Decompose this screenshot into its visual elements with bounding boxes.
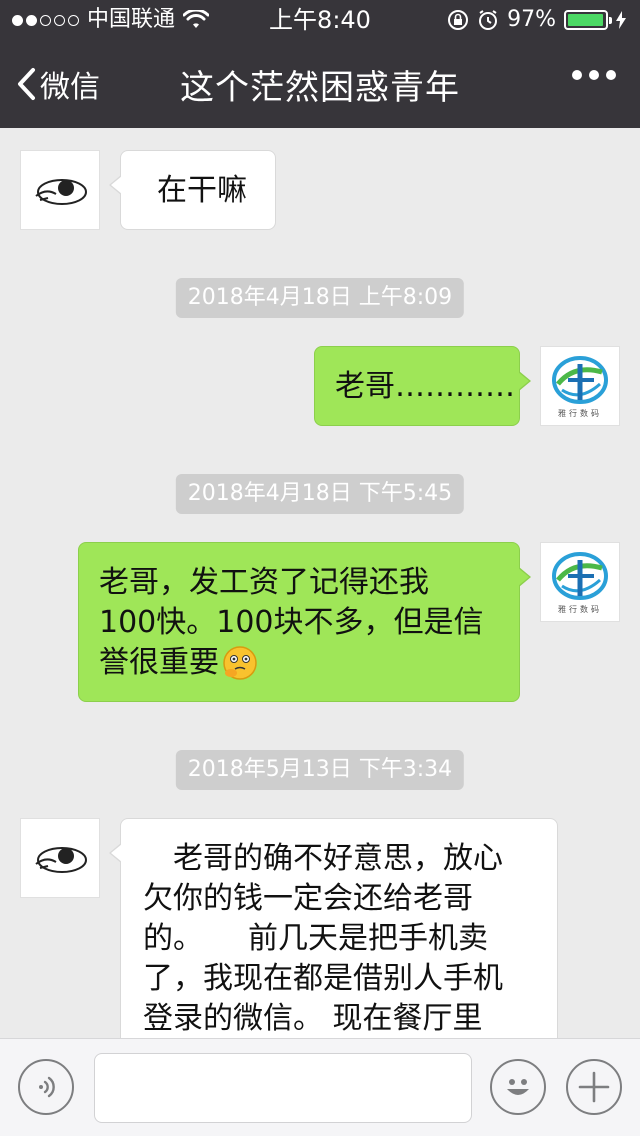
- message-input[interactable]: [94, 1053, 472, 1123]
- top-bar: 中国联通 上午8:40 97% 微信 这个茫然困惑青年: [0, 0, 640, 128]
- message-bubble-me[interactable]: 老哥…………: [314, 346, 531, 426]
- sleeping-cartoon-icon: [35, 847, 87, 873]
- logo-text: 雅行数码: [558, 604, 602, 614]
- status-bar: 中国联通 上午8:40 97%: [0, 0, 640, 40]
- message-line: 誉很重要: [99, 645, 219, 680]
- message-bubble-me[interactable]: 老哥，发工资了记得还我 100快。100块不多，但是信 誉很重要: [78, 542, 531, 702]
- logo-text: 雅行数码: [558, 408, 602, 418]
- chat-title: 这个茫然困惑青年: [180, 68, 460, 108]
- charging-bolt-icon: [616, 11, 626, 29]
- sleeping-cartoon-icon: [35, 179, 87, 205]
- input-bar: [0, 1038, 640, 1136]
- timestamp: 2018年5月13日 下午3:34: [175, 750, 465, 790]
- timestamp: 2018年4月18日 下午5:45: [175, 474, 465, 514]
- message-line: 登录的微信。 现在餐厅里: [143, 1001, 483, 1036]
- message-text: 老哥…………: [335, 369, 515, 404]
- my-avatar[interactable]: 雅行数码: [540, 346, 620, 426]
- company-logo-icon: 雅行数码: [552, 552, 608, 614]
- message-text: 在干嘛: [157, 173, 247, 208]
- orientation-lock-icon: [448, 10, 469, 30]
- plus-button[interactable]: [566, 1059, 622, 1115]
- message-bubble-other[interactable]: 在干嘛: [109, 150, 276, 230]
- battery-percent: 97%: [507, 7, 556, 32]
- battery-icon: [564, 10, 612, 30]
- message-line: 欠你的钱一定会还给老哥: [143, 881, 473, 916]
- voice-icon: [39, 1076, 55, 1098]
- emoji-icon: [507, 1079, 529, 1095]
- timestamp: 2018年4月18日 上午8:09: [175, 278, 465, 318]
- message-line: 的。 前几天是把手机卖: [143, 921, 488, 956]
- company-logo-icon: 雅行数码: [552, 356, 608, 418]
- battery-fill: [568, 14, 603, 26]
- message-list[interactable]: 在干嘛 2018年4月18日 上午8:09 老哥………… 雅行数码 2018年4…: [0, 128, 640, 1038]
- message-line: 了，我现在都是借别人手机: [143, 961, 503, 996]
- message-line: 100快。100块不多，但是信: [99, 605, 484, 640]
- message-bubble-other[interactable]: 老哥的确不好意思，放心 欠你的钱一定会还给老哥 的。 前几天是把手机卖 了，我现…: [109, 818, 558, 1038]
- message-line: 老哥，发工资了记得还我: [99, 565, 429, 600]
- thinking-emoji-icon: [223, 646, 257, 680]
- voice-button[interactable]: [18, 1059, 74, 1115]
- status-right: 97%: [447, 0, 626, 40]
- nav-bar: 微信 这个茫然困惑青年: [0, 40, 640, 128]
- more-dots-icon[interactable]: [572, 70, 616, 80]
- plus-icon: [578, 1071, 610, 1103]
- contact-avatar[interactable]: [20, 150, 100, 230]
- message-line: 老哥的确不好意思，放心: [143, 841, 503, 876]
- alarm-icon: [479, 10, 498, 30]
- my-avatar[interactable]: 雅行数码: [540, 542, 620, 622]
- contact-avatar[interactable]: [20, 818, 100, 898]
- emoji-button[interactable]: [490, 1059, 546, 1115]
